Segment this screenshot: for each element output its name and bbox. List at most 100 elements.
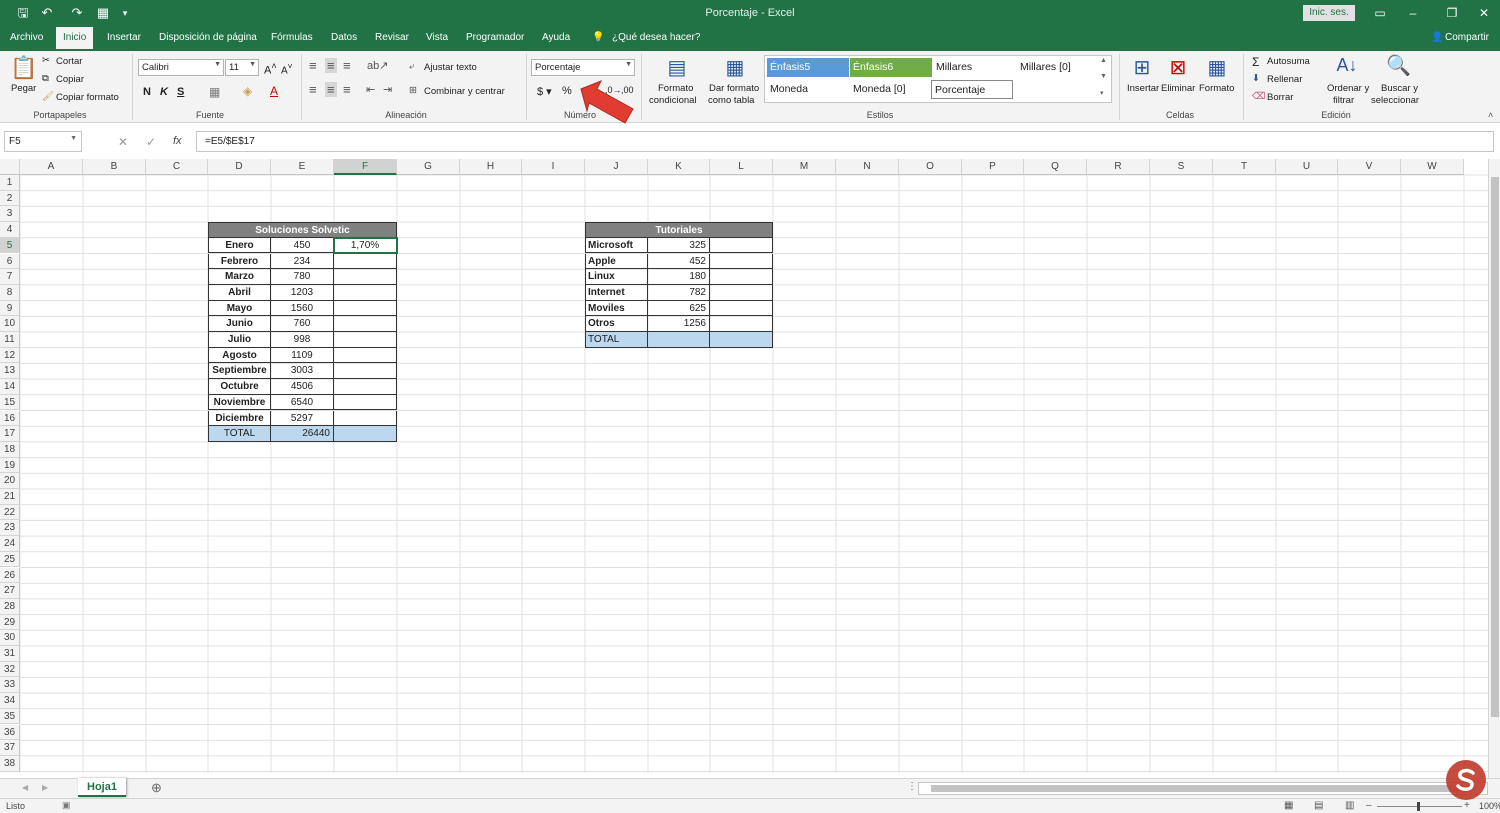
gallery-up-icon[interactable]: ▲	[1100, 57, 1107, 64]
row-header-5[interactable]: 5	[0, 237, 20, 254]
row-header-22[interactable]: 22	[0, 504, 20, 521]
vertical-scroll-thumb[interactable]	[1491, 177, 1499, 717]
table2-percent-cell[interactable]	[710, 269, 773, 285]
table1-month-cell[interactable]: Octubre	[208, 379, 271, 395]
row-header-26[interactable]: 26	[0, 567, 20, 584]
row-header-16[interactable]: 16	[0, 410, 20, 427]
row-header-8[interactable]: 8	[0, 284, 20, 301]
table1-month-cell[interactable]: Diciembre	[208, 410, 271, 427]
table1-percent-cell[interactable]	[334, 332, 397, 348]
cancel-entry-icon[interactable]: ✕	[118, 135, 128, 149]
table2-name-cell[interactable]: Linux	[585, 269, 648, 285]
table2-name-cell[interactable]: Otros	[585, 316, 648, 332]
table1-month-cell[interactable]: Junio	[208, 316, 271, 332]
align-right-icon[interactable]: ≡	[343, 82, 351, 97]
zoom-level[interactable]: 100%	[1479, 801, 1500, 811]
wrap-text-icon[interactable]: ⤶	[409, 61, 414, 72]
row-header-13[interactable]: 13	[0, 363, 20, 380]
italic-button[interactable]: K	[160, 86, 168, 98]
horizontal-scroll-thumb[interactable]	[931, 785, 1471, 792]
table1-month-cell[interactable]: Mayo	[208, 300, 271, 317]
table2-total-label[interactable]: TOTAL	[585, 332, 648, 348]
autosum-icon[interactable]: Σ	[1252, 55, 1259, 69]
format-painter-button[interactable]: Copiar formato	[56, 92, 119, 103]
format-as-table-label-2[interactable]: como tabla	[708, 95, 754, 106]
font-size-select[interactable]: 11 ▼	[225, 59, 259, 76]
conditional-format-label-2[interactable]: condicional	[649, 95, 697, 106]
delete-cells-icon[interactable]: ⊠	[1166, 55, 1190, 79]
table2-total-percent[interactable]	[710, 332, 773, 348]
table2-percent-cell[interactable]	[710, 253, 773, 270]
row-header-37[interactable]: 37	[0, 740, 20, 756]
fill-color-icon[interactable]: ◈	[243, 84, 252, 98]
close-icon[interactable]: ✕	[1474, 4, 1494, 22]
insert-function-icon[interactable]: fx	[173, 135, 182, 147]
cut-button[interactable]: Cortar	[56, 56, 82, 67]
column-header-j[interactable]: J	[585, 159, 648, 175]
column-header-p[interactable]: P	[962, 159, 1024, 175]
table2-name-cell[interactable]: Moviles	[585, 300, 648, 317]
vertical-scrollbar[interactable]	[1488, 159, 1500, 778]
tab-ayuda[interactable]: Ayuda	[542, 32, 570, 43]
table1-percent-cell[interactable]	[334, 316, 397, 332]
column-header-c[interactable]: C	[146, 159, 208, 175]
table2-percent-cell[interactable]	[710, 237, 773, 254]
table1-percent-cell[interactable]	[334, 379, 397, 395]
share-button[interactable]: Compartir	[1445, 32, 1489, 43]
prev-sheet-icon[interactable]: ◀	[22, 783, 28, 792]
table1-value-cell[interactable]: 3003	[271, 363, 334, 380]
table1-month-cell[interactable]: Septiembre	[208, 363, 271, 380]
column-header-u[interactable]: U	[1276, 159, 1338, 175]
style-millares-0[interactable]: Millares [0]	[1017, 58, 1099, 77]
row-header-38[interactable]: 38	[0, 755, 20, 772]
borders-icon[interactable]: ▦	[209, 85, 220, 99]
font-color-icon[interactable]: A	[270, 84, 278, 98]
gallery-more-icon[interactable]: ▾	[1100, 89, 1104, 97]
collapse-ribbon-icon[interactable]: ˄	[1488, 110, 1493, 120]
gallery-down-icon[interactable]: ▼	[1100, 73, 1107, 80]
format-cells-icon[interactable]: ▦	[1205, 55, 1229, 79]
normal-view-icon[interactable]: ▦	[1284, 800, 1293, 811]
table2-value-cell[interactable]: 180	[648, 269, 710, 285]
merge-center-icon[interactable]: ⊞	[409, 85, 417, 96]
table1-percent-cell[interactable]	[334, 410, 397, 427]
tab-archivo[interactable]: Archivo	[10, 32, 43, 43]
macro-record-icon[interactable]: ▣	[62, 800, 71, 811]
table1-value-cell[interactable]: 1109	[271, 347, 334, 364]
table1-total-value[interactable]: 26440	[271, 426, 334, 442]
row-header-7[interactable]: 7	[0, 269, 20, 285]
tell-me-search[interactable]: ¿Qué desea hacer?	[612, 32, 700, 43]
sheet-tab-hoja1[interactable]: Hoja1	[78, 778, 126, 797]
paste-button[interactable]: Pegar	[11, 83, 36, 94]
currency-icon[interactable]: $ ▾	[537, 85, 552, 98]
column-header-w[interactable]: W	[1401, 159, 1464, 175]
style-enfasis6[interactable]: Énfasis6	[850, 58, 932, 77]
column-header-i[interactable]: I	[522, 159, 585, 175]
merge-center-button[interactable]: Combinar y centrar	[424, 86, 505, 97]
table1-total-label[interactable]: TOTAL	[208, 426, 271, 442]
increase-indent-icon[interactable]: ⇥	[383, 83, 392, 96]
row-header-25[interactable]: 25	[0, 551, 20, 568]
find-select-label-1[interactable]: Buscar y	[1381, 83, 1418, 94]
clear-button[interactable]: Borrar	[1267, 92, 1293, 103]
table1-percent-cell[interactable]	[334, 253, 397, 270]
insert-cells-icon[interactable]: ⊞	[1130, 55, 1154, 79]
table2-percent-cell[interactable]	[710, 284, 773, 301]
table1-value-cell[interactable]: 5297	[271, 410, 334, 427]
table1-percent-cell[interactable]	[334, 284, 397, 301]
row-header-18[interactable]: 18	[0, 441, 20, 458]
clear-icon[interactable]: ⌫	[1252, 91, 1265, 102]
wrap-text-button[interactable]: Ajustar texto	[424, 62, 477, 73]
table1-value-cell[interactable]: 998	[271, 332, 334, 348]
table1-value-cell[interactable]: 450	[271, 237, 334, 254]
table2-name-cell[interactable]: Internet	[585, 284, 648, 301]
align-bottom-icon[interactable]: ≡	[343, 58, 351, 73]
format-as-table-icon[interactable]: ▦	[723, 55, 747, 79]
column-header-b[interactable]: B	[83, 159, 146, 175]
row-header-32[interactable]: 32	[0, 661, 20, 678]
paste-icon[interactable]: 📋	[10, 55, 37, 81]
column-header-t[interactable]: T	[1213, 159, 1276, 175]
confirm-entry-icon[interactable]: ✓	[146, 135, 156, 149]
tab-datos[interactable]: Datos	[331, 32, 357, 43]
copy-icon[interactable]: ⧉	[42, 73, 49, 84]
